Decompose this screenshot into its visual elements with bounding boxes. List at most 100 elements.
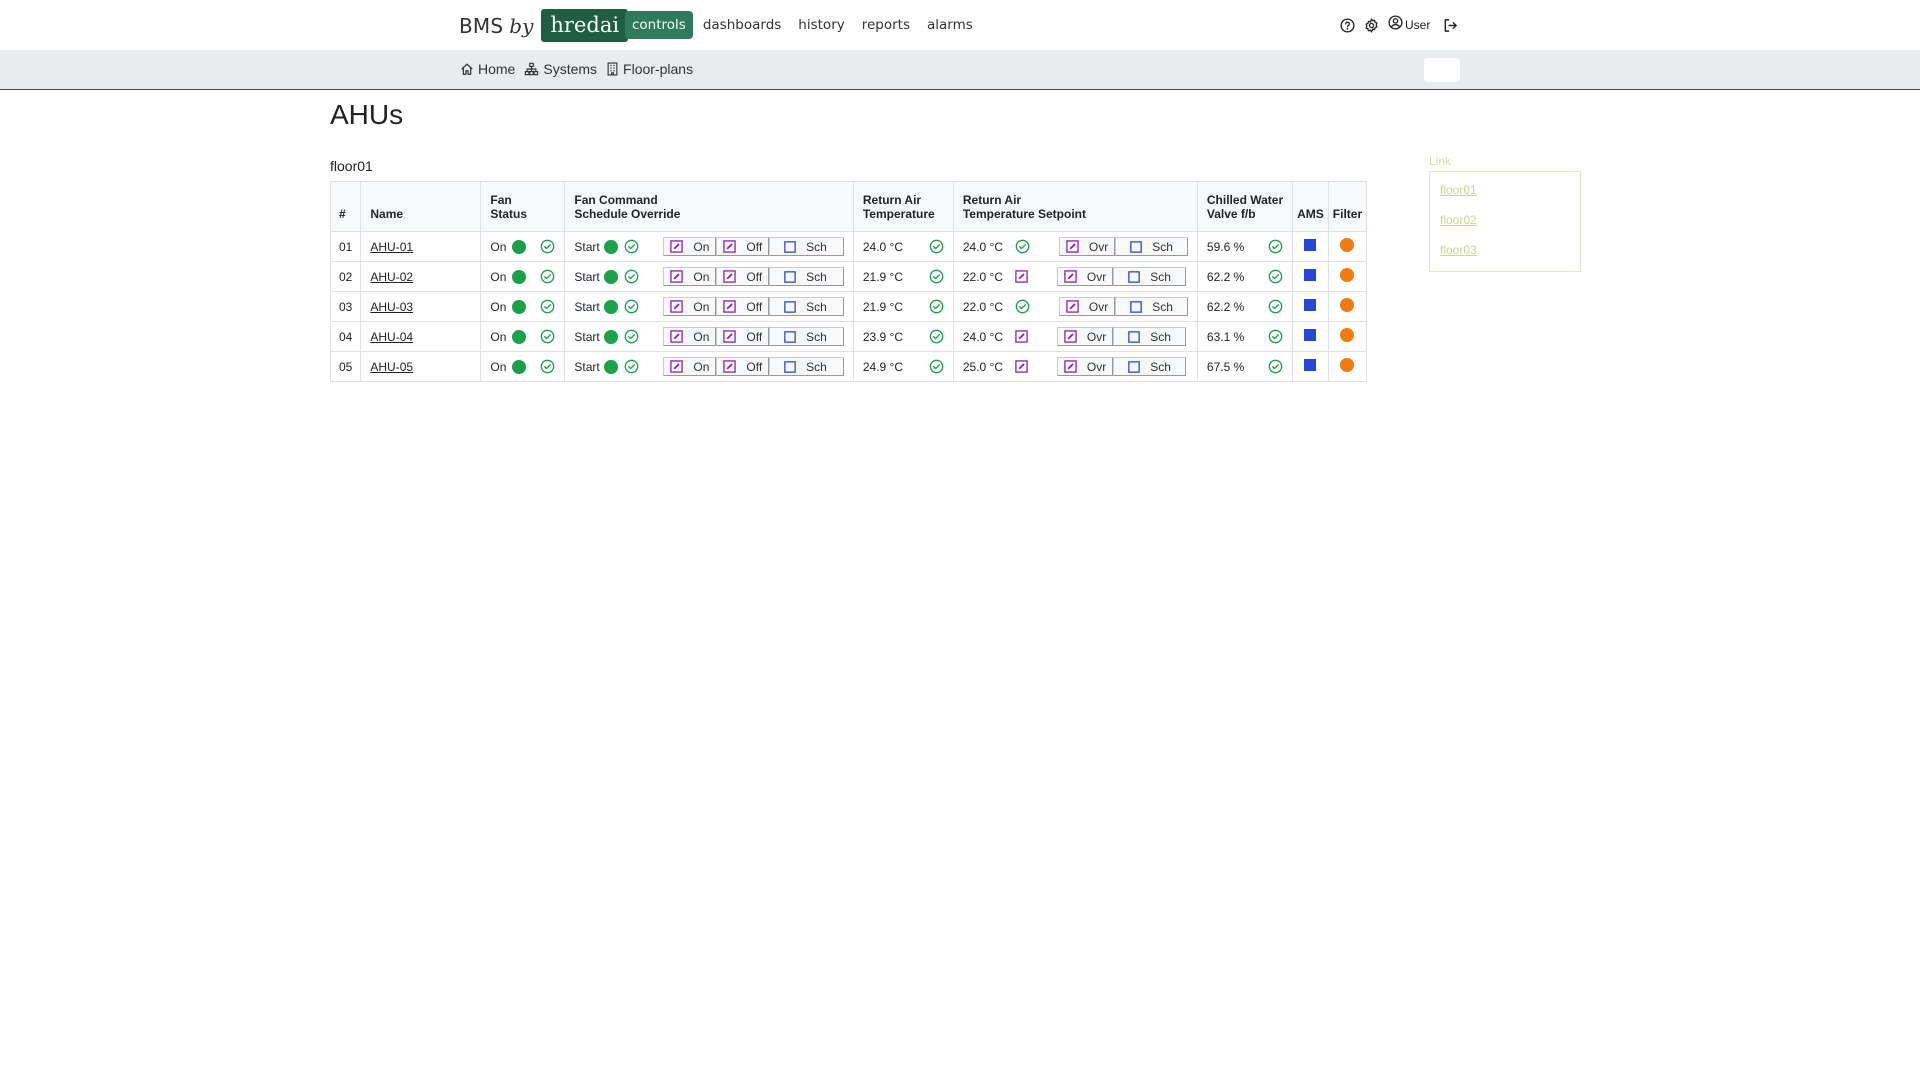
- subbar-search-box[interactable]: [1424, 58, 1460, 82]
- override-on-button[interactable]: On: [663, 237, 717, 256]
- ahu-link[interactable]: AHU-04: [370, 330, 413, 344]
- override-off-button[interactable]: Off: [716, 267, 770, 286]
- override-off-button[interactable]: Off: [716, 237, 770, 256]
- nav-dashboards[interactable]: dashboards: [703, 11, 781, 39]
- status-check-icon[interactable]: [624, 299, 639, 314]
- override-edit-icon[interactable]: [1015, 330, 1028, 343]
- status-check-icon[interactable]: [929, 239, 944, 254]
- chw-valve-value: 59.6 %: [1206, 239, 1245, 254]
- nav-history[interactable]: history: [798, 11, 844, 39]
- status-check-icon[interactable]: [540, 329, 555, 344]
- chw-valve-value: 62.2 %: [1206, 269, 1245, 284]
- col-chw-l1: Chilled Water: [1206, 193, 1284, 207]
- status-dot: [604, 329, 619, 344]
- fan-status-cell: On: [480, 231, 566, 262]
- status-dot: [512, 239, 527, 254]
- status-check-icon[interactable]: [929, 359, 944, 374]
- setpoint-override-button[interactable]: Ovr: [1056, 357, 1114, 376]
- link-floor02[interactable]: floor02: [1440, 213, 1477, 227]
- user-menu[interactable]: User: [1388, 15, 1430, 35]
- ams-indicator: [1304, 299, 1317, 311]
- override-edit-icon[interactable]: [1015, 270, 1028, 283]
- schedule-button[interactable]: Sch: [769, 357, 844, 376]
- subnav-home[interactable]: Home: [460, 61, 515, 77]
- override-on-button[interactable]: On: [663, 357, 717, 376]
- override-off-button[interactable]: Off: [716, 297, 770, 316]
- setpoint-override-label: Ovr: [1088, 299, 1109, 314]
- row-num: 01: [329, 231, 362, 262]
- return-air-temp-value: 24.0 °C: [862, 239, 904, 254]
- status-check-icon[interactable]: [624, 239, 639, 254]
- override-on-button[interactable]: On: [663, 297, 717, 316]
- edit-square-icon: [670, 240, 688, 253]
- status-check-icon[interactable]: [929, 269, 944, 284]
- link-panel: floor01 floor02 floor03: [1429, 171, 1581, 272]
- ams-indicator: [1304, 269, 1317, 281]
- setpoint-override-button[interactable]: Ovr: [1058, 297, 1116, 316]
- link-floor01[interactable]: floor01: [1440, 183, 1477, 197]
- setpoint-override-button[interactable]: Ovr: [1058, 237, 1116, 256]
- override-on-button[interactable]: On: [663, 267, 717, 286]
- setpoint-schedule-button[interactable]: Sch: [1115, 237, 1188, 256]
- help-icon[interactable]: [1340, 17, 1355, 33]
- status-check-icon[interactable]: [624, 269, 639, 284]
- status-check-icon[interactable]: [624, 359, 639, 374]
- status-dot: [604, 269, 619, 284]
- schedule-button[interactable]: Sch: [769, 327, 844, 346]
- filter-cell: [1327, 351, 1368, 382]
- link-floor03[interactable]: floor03: [1440, 243, 1477, 257]
- edit-square-icon: [670, 270, 688, 283]
- status-check-icon[interactable]: [540, 299, 555, 314]
- override-on-label: On: [693, 299, 710, 314]
- ahu-table-body: 01 AHU-01 On Start On Off Sch 24.0 °C 24.0 °C Ovr…: [329, 231, 1368, 382]
- status-check-icon[interactable]: [1268, 239, 1283, 254]
- status-check-icon[interactable]: [1268, 299, 1283, 314]
- return-air-temp-cell: 21.9 °C: [852, 291, 954, 322]
- user-label: User: [1405, 18, 1431, 32]
- status-check-icon[interactable]: [1268, 269, 1283, 284]
- status-check-icon[interactable]: [1015, 299, 1030, 314]
- override-on-button[interactable]: On: [663, 327, 717, 346]
- status-check-icon[interactable]: [929, 299, 944, 314]
- nav-alarms[interactable]: alarms: [927, 11, 973, 39]
- status-check-icon[interactable]: [1268, 329, 1283, 344]
- override-off-button[interactable]: Off: [716, 357, 770, 376]
- schedule-button[interactable]: Sch: [769, 267, 844, 286]
- status-check-icon[interactable]: [540, 359, 555, 374]
- subnav-floorplans[interactable]: Floor-plans: [606, 61, 693, 77]
- status-check-icon[interactable]: [1268, 359, 1283, 374]
- setpoint-override-button[interactable]: Ovr: [1056, 327, 1114, 346]
- setpoint-schedule-button[interactable]: Sch: [1113, 327, 1186, 346]
- schedule-button[interactable]: Sch: [769, 297, 844, 316]
- override-off-label: Off: [746, 299, 763, 314]
- link-panel-label: Link: [1429, 154, 1452, 168]
- status-check-icon[interactable]: [624, 329, 639, 344]
- brand[interactable]: BMS by hredai: [459, 9, 629, 42]
- ahu-link[interactable]: AHU-02: [370, 270, 413, 284]
- ahu-link[interactable]: AHU-01: [370, 240, 413, 254]
- square-outline-icon: [784, 360, 801, 373]
- status-check-icon[interactable]: [929, 329, 944, 344]
- logout-icon[interactable]: [1442, 18, 1458, 33]
- fan-status-cell: On: [480, 291, 566, 322]
- status-check-icon[interactable]: [540, 269, 555, 284]
- sitemap-icon: [525, 62, 539, 76]
- setpoint-schedule-button[interactable]: Sch: [1113, 267, 1186, 286]
- nav-controls[interactable]: controls: [625, 11, 693, 39]
- return-air-temp-value: 23.9 °C: [862, 329, 904, 344]
- settings-icon[interactable]: [1364, 17, 1379, 33]
- status-check-icon[interactable]: [1015, 239, 1030, 254]
- status-check-icon[interactable]: [540, 239, 555, 254]
- setpoint-schedule-button[interactable]: Sch: [1115, 297, 1188, 316]
- edit-square-icon: [670, 330, 688, 343]
- schedule-button[interactable]: Sch: [769, 237, 844, 256]
- ahu-link[interactable]: AHU-03: [370, 300, 413, 314]
- override-off-button[interactable]: Off: [716, 327, 770, 346]
- setpoint-override-button[interactable]: Ovr: [1056, 267, 1114, 286]
- ahu-link[interactable]: AHU-05: [370, 360, 413, 374]
- brand-bms: BMS: [459, 13, 504, 38]
- override-edit-icon[interactable]: [1015, 360, 1028, 373]
- subnav-systems[interactable]: Systems: [524, 61, 597, 77]
- nav-reports[interactable]: reports: [862, 11, 910, 39]
- setpoint-schedule-button[interactable]: Sch: [1113, 357, 1186, 376]
